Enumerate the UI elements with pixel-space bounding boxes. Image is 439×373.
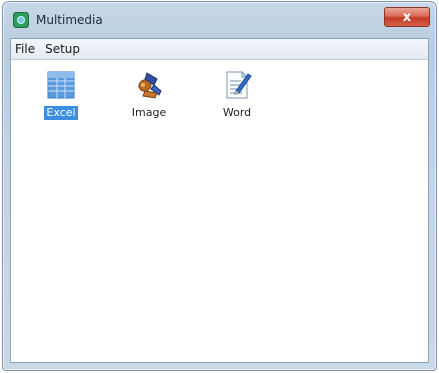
word-document-icon [226,70,252,99]
excel-item[interactable]: Excel [31,69,91,120]
close-icon: x [402,9,412,25]
app-icon[interactable] [13,12,29,28]
menu-setup[interactable]: Setup [40,39,85,60]
word-item[interactable]: Word [207,69,267,120]
menu-bar: File Setup [11,39,428,60]
window-bottom-frame [3,363,436,370]
title-bar[interactable]: Multimedia x [3,2,436,38]
excel-spreadsheet-icon [47,71,75,99]
image-label: Image [131,106,167,119]
close-button[interactable]: x [384,7,430,27]
word-label: Word [222,106,252,119]
excel-label: Excel [44,106,78,120]
multimedia-window: Multimedia x File Setup Excel Image Word [2,1,437,371]
image-paint-icon [138,72,162,99]
window-title: Multimedia [36,13,103,27]
image-item[interactable]: Image [119,69,179,120]
client-area: File Setup Excel Image Word [10,38,429,363]
menu-file[interactable]: File [11,39,40,60]
